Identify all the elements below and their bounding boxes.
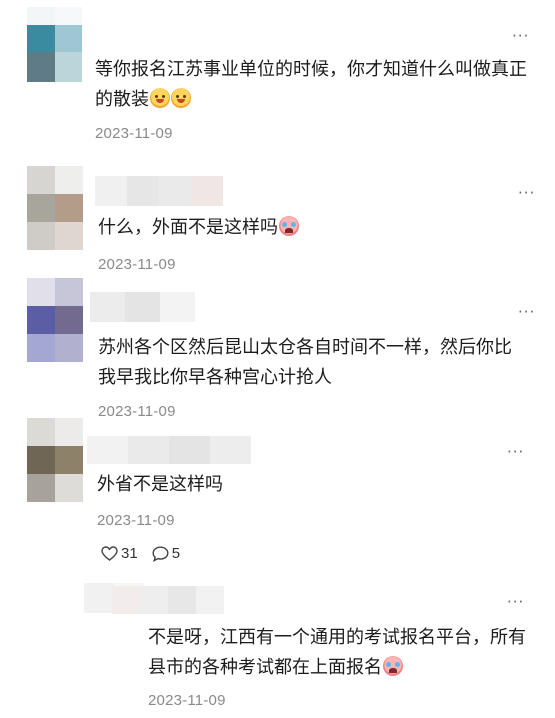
avatar-tile bbox=[55, 418, 83, 446]
name-tile bbox=[95, 176, 127, 206]
avatar-tile bbox=[55, 334, 83, 362]
avatar-tile bbox=[27, 25, 55, 52]
like-count: 31 bbox=[121, 545, 138, 562]
avatar[interactable] bbox=[27, 7, 82, 82]
username-blurred[interactable] bbox=[95, 176, 223, 206]
name-tile bbox=[160, 292, 195, 322]
avatar-tile bbox=[55, 306, 83, 334]
like-button[interactable]: 31 bbox=[101, 545, 138, 562]
name-tile bbox=[159, 176, 191, 206]
name-tile bbox=[125, 292, 160, 322]
avatar-tile bbox=[55, 446, 83, 474]
avatar-tile bbox=[27, 474, 55, 502]
comment-actions: 31 5 bbox=[101, 545, 180, 562]
crying-emoji-icon bbox=[279, 216, 299, 236]
name-tile bbox=[127, 176, 159, 206]
username-blurred[interactable] bbox=[87, 436, 251, 464]
name-tile bbox=[169, 436, 210, 464]
avatar-tile bbox=[27, 418, 55, 446]
avatar-tile bbox=[27, 446, 55, 474]
avatar-tile bbox=[55, 52, 82, 82]
crying-emoji-icon bbox=[383, 656, 403, 676]
reply-button[interactable]: 5 bbox=[152, 545, 180, 562]
smile-emoji-icon bbox=[150, 88, 170, 108]
avatar-tile bbox=[55, 25, 82, 52]
name-tile bbox=[112, 586, 140, 614]
name-tile bbox=[191, 176, 223, 206]
avatar-tile bbox=[55, 278, 83, 306]
comment-text: 外省不是这样吗 bbox=[97, 474, 223, 495]
avatar-tile bbox=[27, 194, 55, 222]
avatar[interactable] bbox=[27, 166, 83, 250]
comment-text: 等你报名江苏事业单位的时候，你才知道什么叫做真正的散装 bbox=[95, 59, 527, 110]
username-blurred[interactable] bbox=[90, 292, 195, 322]
comment-date: 2023-11-09 bbox=[95, 125, 173, 142]
heart-icon bbox=[101, 546, 118, 561]
username-blurred[interactable] bbox=[112, 586, 224, 614]
comment-bubble-icon bbox=[152, 545, 169, 562]
comment-date: 2023-11-09 bbox=[98, 403, 176, 420]
avatar[interactable] bbox=[27, 278, 83, 362]
avatar[interactable] bbox=[27, 418, 83, 502]
avatar-tile bbox=[55, 194, 83, 222]
comment-text: 苏州各个区然后昆山太仓各自时间不一样，然后你比我早我比你早各种宫心计抢人 bbox=[98, 337, 512, 388]
smile-emoji-icon bbox=[171, 88, 191, 108]
comment-date: 2023-11-09 bbox=[98, 256, 176, 273]
name-tile bbox=[87, 436, 128, 464]
avatar-tile bbox=[55, 7, 82, 25]
name-tile bbox=[140, 586, 168, 614]
more-options-icon[interactable]: ··· bbox=[507, 594, 524, 610]
avatar-tile bbox=[27, 306, 55, 334]
avatar-tile bbox=[27, 334, 55, 362]
name-tile bbox=[196, 586, 224, 614]
name-tile bbox=[210, 436, 251, 464]
avatar-tile bbox=[27, 166, 55, 194]
comment-text: 不是呀，江西有一个通用的考试报名平台，所有县市的各种考试都在上面报名 bbox=[148, 627, 526, 678]
more-options-icon[interactable]: ··· bbox=[512, 28, 529, 44]
name-tile bbox=[90, 292, 125, 322]
reply-count: 5 bbox=[171, 545, 181, 562]
comment-text: 什么，外面不是这样吗 bbox=[98, 213, 528, 243]
comment-date: 2023-11-09 bbox=[97, 512, 175, 529]
avatar-tile bbox=[27, 52, 55, 82]
avatar-tile bbox=[27, 7, 55, 25]
more-options-icon[interactable]: ··· bbox=[507, 444, 524, 460]
more-options-icon[interactable]: ··· bbox=[518, 304, 535, 320]
more-options-icon[interactable]: ··· bbox=[518, 185, 535, 201]
avatar-tile bbox=[55, 474, 83, 502]
name-tile bbox=[128, 436, 169, 464]
comment-date: 2023-11-09 bbox=[148, 692, 226, 709]
avatar-tile bbox=[55, 166, 83, 194]
avatar-tile bbox=[84, 583, 114, 613]
avatar-tile bbox=[27, 222, 55, 250]
avatar-tile bbox=[55, 222, 83, 250]
name-tile bbox=[168, 586, 196, 614]
avatar-tile bbox=[27, 278, 55, 306]
